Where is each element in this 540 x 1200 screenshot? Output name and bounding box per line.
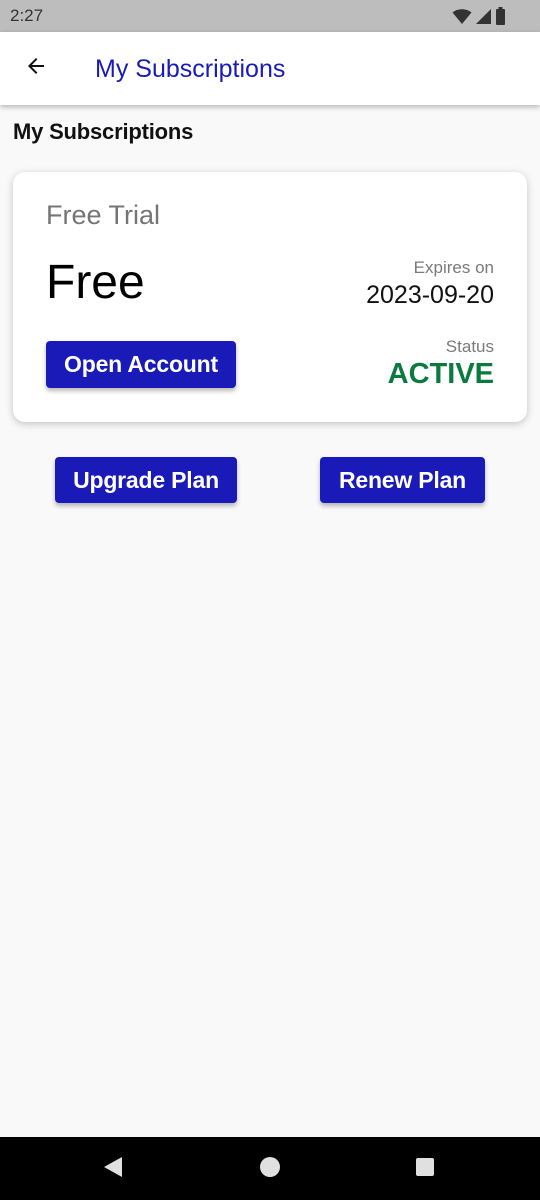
expires-value: 2023-09-20: [366, 281, 494, 309]
status-label: Status: [445, 337, 494, 356]
nav-back-button[interactable]: [100, 1156, 126, 1182]
status-time: 2:27: [10, 6, 44, 25]
arrow-left-icon: [24, 54, 48, 83]
status-badge: ACTIVE: [387, 358, 494, 390]
subscription-card: Free Trial Free Expires on 2023-09-20 St…: [13, 172, 527, 422]
nav-recents-button[interactable]: [412, 1156, 438, 1182]
wifi-icon: [452, 8, 472, 25]
open-account-button[interactable]: Open Account: [46, 341, 236, 388]
app-title: My Subscriptions: [95, 55, 286, 83]
signal-icon: [475, 8, 492, 25]
back-triangle-icon: [102, 1156, 124, 1183]
back-button[interactable]: [16, 48, 56, 88]
battery-icon: [495, 7, 506, 25]
system-nav-bar: [0, 1137, 540, 1200]
nav-home-button[interactable]: [257, 1156, 283, 1182]
plan-price: Free: [46, 256, 145, 309]
plan-name: Free Trial: [46, 200, 161, 230]
status-bar: 2:27: [0, 0, 540, 32]
recents-square-icon: [414, 1156, 436, 1183]
upgrade-plan-button[interactable]: Upgrade Plan: [55, 457, 237, 503]
status-icons: [452, 7, 506, 25]
app-bar: My Subscriptions: [0, 32, 540, 105]
page-title: My Subscriptions: [13, 119, 194, 144]
renew-plan-button[interactable]: Renew Plan: [320, 457, 485, 503]
expires-label: Expires on: [413, 258, 494, 277]
home-circle-icon: [259, 1156, 281, 1183]
